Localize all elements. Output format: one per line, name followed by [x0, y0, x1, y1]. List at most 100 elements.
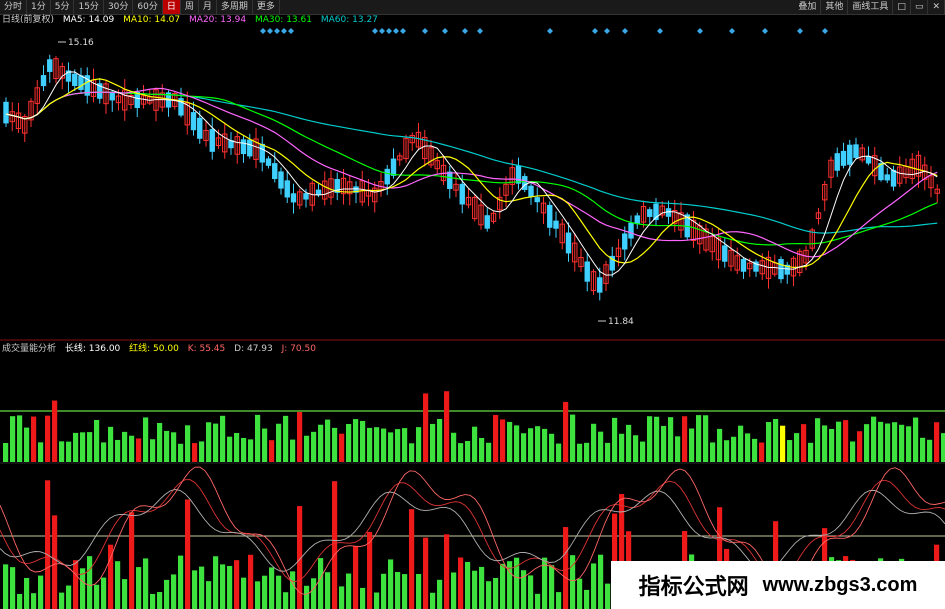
candle-body-48 [303, 193, 309, 200]
vol-bar-100 [703, 415, 709, 462]
vol-bar-109 [766, 422, 772, 462]
vol-bar-78 [549, 433, 555, 462]
vol-bar-131 [920, 437, 926, 462]
signal-dot-16 [604, 28, 610, 34]
vol-bar-38 [269, 440, 275, 462]
vol-bar-80 [563, 401, 569, 462]
candle-body-106 [665, 208, 672, 217]
lower-vol-bar-16 [115, 561, 121, 609]
vol-bar-123 [864, 424, 870, 462]
vol-bar-103 [724, 440, 730, 462]
vol-bar-35 [248, 439, 254, 462]
candle-body-6 [40, 75, 47, 87]
vol-bar-79 [556, 443, 562, 462]
lower-vol-bar-67 [472, 570, 478, 609]
vol-bar-113 [794, 433, 800, 462]
vol-bar-55 [388, 432, 394, 462]
lower-vol-bar-17 [122, 579, 128, 609]
vol-bar-50 [353, 419, 359, 462]
candle-body-50 [315, 189, 322, 195]
lower-vol-bar-41 [290, 571, 296, 609]
vol-bar-18 [129, 435, 135, 462]
vol-bar-132 [927, 439, 933, 462]
lower-vol-bar-30 [213, 556, 219, 609]
lower-vol-bar-36 [255, 581, 261, 609]
ma10-line [5, 78, 938, 269]
vol-bar-56 [395, 429, 401, 462]
vol-bar-70 [493, 414, 499, 462]
vol-bar-1 [10, 416, 16, 462]
lower-vol-bar-7 [52, 515, 58, 609]
candle-body-133 [834, 153, 840, 171]
vol-bar-66 [465, 441, 471, 462]
vol-bar-133 [934, 422, 940, 462]
vol-bar-23 [164, 430, 170, 462]
vol-bar-49 [346, 424, 352, 462]
vol-bar-88 [619, 433, 625, 462]
vol-bar-14 [101, 442, 107, 462]
d-line [0, 489, 945, 573]
watermark: 指标公式网 www.zbgs3.com [611, 561, 945, 609]
vol-bar-112 [787, 440, 793, 462]
lower-vol-bar-86 [605, 583, 611, 609]
vol-bar-71 [500, 419, 506, 462]
lower-vol-bar-79 [556, 592, 562, 609]
vol-bar-65 [458, 443, 464, 462]
candle-body-84 [528, 185, 534, 197]
candle-body-101 [634, 215, 640, 225]
vol-bar-40 [283, 415, 289, 462]
vol-bar-107 [752, 438, 758, 462]
lower-vol-bar-19 [136, 567, 142, 609]
vol-bar-128 [899, 424, 905, 462]
vol-bar-43 [304, 435, 310, 462]
vol-bar-125 [878, 421, 884, 462]
high-price-label: 15.16 [68, 38, 94, 48]
vol-bar-63 [444, 391, 450, 462]
vol-bar-120 [843, 420, 849, 462]
candle-body-33 [209, 129, 215, 152]
candle-body-61 [384, 168, 390, 185]
lower-vol-bar-57 [402, 574, 408, 609]
vol-bar-4 [31, 416, 37, 462]
vol-bar-77 [542, 428, 548, 462]
lower-vol-bar-29 [206, 581, 212, 609]
lower-vol-bar-0 [3, 564, 9, 609]
lower-vol-bar-53 [374, 592, 380, 609]
vol-bar-6 [45, 415, 51, 462]
candle-body-11 [72, 73, 78, 87]
lower-vol-bar-6 [45, 480, 51, 609]
vol-bar-52 [367, 427, 373, 462]
lower-vol-bar-71 [500, 563, 506, 609]
vol-bar-53 [374, 427, 380, 462]
vol-bar-111 [780, 425, 786, 462]
lower-vol-bar-8 [59, 592, 65, 609]
candle-body-136 [853, 144, 859, 158]
candle-body-138 [865, 156, 872, 164]
vol-bar-117 [822, 425, 828, 462]
lower-vol-bar-60 [423, 537, 429, 609]
vol-bar-24 [171, 432, 177, 462]
lower-vol-bar-28 [199, 566, 205, 609]
candle-body-73 [459, 183, 465, 205]
signal-dot-13 [477, 28, 483, 34]
candle-body-21 [134, 91, 140, 109]
lower-vol-bar-46 [325, 572, 331, 609]
candle-body-0 [3, 101, 9, 124]
lower-vol-bar-2 [17, 593, 23, 609]
signal-dot-6 [379, 28, 385, 34]
signal-dot-14 [547, 28, 553, 34]
lower-vol-bar-35 [248, 554, 254, 609]
vol-bar-22 [157, 422, 163, 462]
vol-bar-28 [199, 441, 205, 462]
candle-body-42 [265, 158, 272, 166]
vol-bar-39 [276, 423, 282, 462]
vol-bar-45 [318, 424, 324, 462]
lower-vol-bar-45 [318, 558, 324, 609]
signal-dot-12 [462, 28, 468, 34]
lower-vol-bar-43 [304, 585, 310, 609]
lower-vol-bar-1 [10, 567, 16, 609]
vol-bar-69 [486, 442, 492, 462]
vol-bar-12 [87, 432, 93, 462]
vol-bar-37 [262, 428, 268, 462]
vol-bar-99 [696, 415, 702, 462]
